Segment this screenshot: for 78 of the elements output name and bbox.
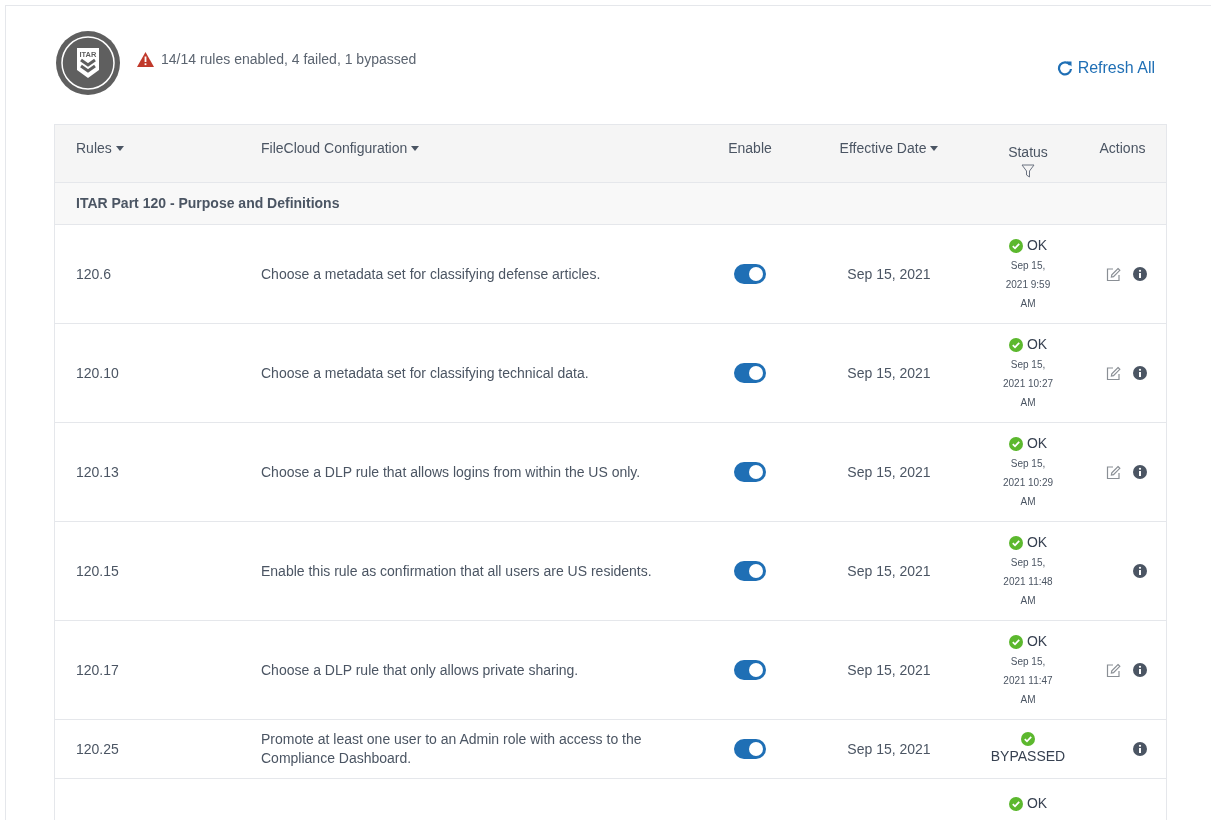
check-circle-icon [1008, 634, 1023, 649]
info-icon[interactable] [1133, 663, 1147, 677]
enable-toggle[interactable] [734, 660, 766, 680]
info-icon[interactable] [1133, 465, 1147, 479]
column-header[interactable]: Rules [76, 138, 124, 159]
caret-icon [930, 146, 939, 151]
status-time: Sep 15, [1010, 358, 1046, 372]
status-time: AM [1020, 396, 1036, 410]
check-circle-icon [1008, 436, 1023, 451]
effective-date: Sep 15, 2021 [847, 561, 931, 581]
rule-number: 120.15 [76, 561, 119, 581]
column-header[interactable]: Effective Date [839, 138, 939, 159]
rule-description: Promote at least one user to an Admin role with access to the Compliance Dashboard. [261, 730, 643, 768]
rule-number: 120.10 [76, 363, 119, 383]
check-circle-icon [1008, 337, 1023, 352]
edit-icon[interactable] [1106, 662, 1121, 678]
status-time: 2021 10:29 [1002, 476, 1054, 490]
info-icon[interactable] [1133, 742, 1147, 756]
check-circle-icon [1021, 732, 1035, 746]
column-header[interactable]: FileCloud Configuration [261, 138, 420, 159]
effective-date: Sep 15, 2021 [847, 739, 931, 759]
check-circle-icon [1008, 796, 1023, 811]
rule-description: Choose a metadata set for classifying defense articles. [261, 264, 602, 284]
info-icon[interactable] [1133, 564, 1147, 578]
caret-icon [115, 146, 124, 151]
status-label: BYPASSED [990, 747, 1066, 766]
effective-date: Sep 15, 2021 [847, 660, 931, 680]
column-header[interactable]: Status [1008, 142, 1048, 163]
status-time: 2021 10:27 [1002, 377, 1054, 391]
status-label: OK [1026, 236, 1048, 255]
caret-icon [411, 146, 420, 151]
warning-icon [137, 51, 154, 67]
rule-number: 120.13 [76, 462, 119, 482]
summary-text: 14/14 rules enabled, 4 failed, 1 bypassed [161, 49, 417, 69]
column-header: Enable [728, 139, 772, 158]
column-header: Actions [1099, 139, 1146, 158]
check-circle-icon [1008, 535, 1023, 550]
status-time: AM [1020, 594, 1036, 608]
status-time: AM [1020, 693, 1036, 707]
filter-icon[interactable] [1021, 164, 1035, 178]
edit-icon[interactable] [1106, 464, 1121, 480]
status-time: 2021 11:47 [1003, 674, 1053, 688]
status-label: OK [1026, 533, 1048, 552]
effective-date: Sep 15, 2021 [847, 363, 931, 383]
status-time: Sep 15, [1010, 457, 1046, 471]
rule-description: Enable this rule as confirmation that all users are US residents. [261, 561, 653, 581]
check-circle-icon [1008, 238, 1023, 253]
info-icon[interactable] [1133, 267, 1147, 281]
status-time: AM [1020, 297, 1036, 311]
refresh-icon [1056, 60, 1073, 76]
enable-toggle[interactable] [734, 363, 766, 383]
edit-icon[interactable] [1106, 266, 1121, 282]
status-label: OK [1026, 632, 1048, 651]
status-label: OK [1026, 335, 1048, 354]
effective-date: Sep 15, 2021 [847, 264, 931, 284]
rule-number: 120.6 [76, 264, 112, 284]
effective-date: Sep 15, 2021 [847, 462, 931, 482]
enable-toggle[interactable] [734, 739, 766, 759]
refresh-all-button[interactable]: Refresh All [1056, 56, 1155, 80]
rule-description: Choose a DLP rule that allows logins from within the US only. [261, 462, 642, 482]
status-time: Sep 15, [1010, 655, 1046, 669]
status-time: Sep 15, [1010, 556, 1046, 570]
info-icon[interactable] [1133, 366, 1147, 380]
status-time: 2021 11:48 [1003, 575, 1053, 589]
enable-toggle[interactable] [734, 462, 766, 482]
edit-icon[interactable] [1106, 365, 1121, 381]
rule-description: Choose a DLP rule that only allows private sharing. [261, 660, 580, 680]
status-time: Sep 15, [1010, 259, 1046, 273]
rule-description: Choose a metadata set for classifying technical data. [261, 363, 590, 383]
enable-toggle[interactable] [734, 264, 766, 284]
group-heading: ITAR Part 120 - Purpose and Definitions [76, 194, 340, 213]
status-label: OK [1026, 794, 1048, 813]
status-time: 2021 9:59 [1005, 278, 1051, 292]
rule-number: 120.25 [76, 739, 119, 759]
status-time: AM [1020, 495, 1036, 509]
status-label: OK [1026, 434, 1048, 453]
rule-number: 120.17 [76, 660, 119, 680]
enable-toggle[interactable] [734, 561, 766, 581]
